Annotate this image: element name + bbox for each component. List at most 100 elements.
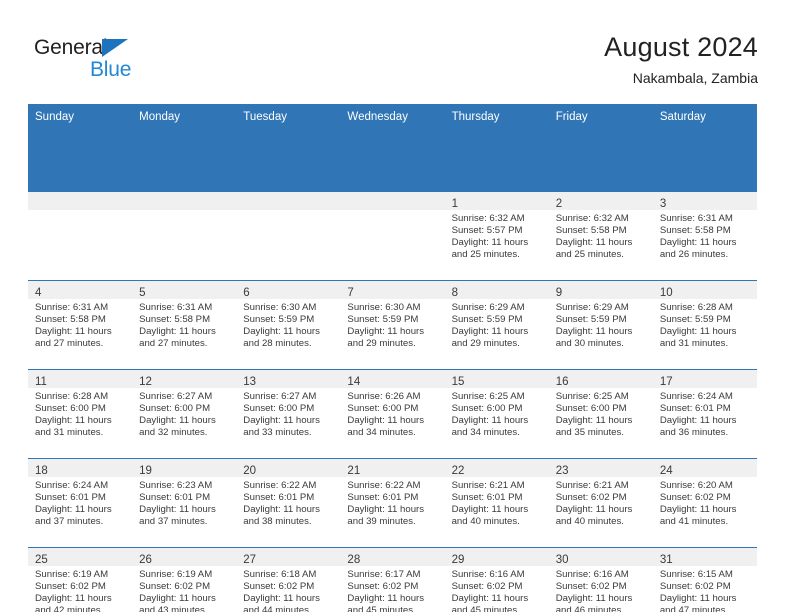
day-detail-line: and 34 minutes. <box>347 427 416 439</box>
day-details: Sunrise: 6:31 AM Sunset: 5:58 PM Daylight:… <box>132 299 236 350</box>
calendar-day-cell[interactable]: 10 Sunrise: 6:28 AM Sunset: 5:59 PM Dayligh… <box>652 281 757 369</box>
day-detail-line: Sunset: 6:01 PM <box>347 492 419 504</box>
day-detail-line: Sunrise: 6:31 AM <box>139 302 213 313</box>
day-detail-line: and 45 minutes. <box>347 605 416 612</box>
calendar-day-cell[interactable]: 27 Sunrise: 6:18 AM Sunset: 6:02 PM Dayligh… <box>236 548 341 612</box>
day-detail-line: Sunset: 6:01 PM <box>659 403 731 415</box>
calendar-day-cell[interactable]: 7 Sunrise: 6:30 AM Sunset: 5:59 PM Daylight… <box>340 281 445 369</box>
calendar-day-cell[interactable]: 31 Sunrise: 6:15 AM Sunset: 6:02 PM Dayligh… <box>652 548 757 612</box>
day-number-band: 14 <box>340 370 445 388</box>
calendar-day-cell[interactable]: 16 Sunrise: 6:25 AM Sunset: 6:00 PM Dayligh… <box>548 370 653 458</box>
day-detail-line: and 43 minutes. <box>139 605 208 612</box>
day-detail-line: Sunset: 6:02 PM <box>347 581 419 593</box>
day-number: 25 <box>35 554 48 566</box>
day-detail-line: Sunrise: 6:18 AM <box>243 569 317 580</box>
day-detail-line: Sunrise: 6:30 AM <box>243 302 317 313</box>
day-detail-line: Sunrise: 6:25 AM <box>555 391 629 402</box>
calendar-day-cell[interactable]: 6 Sunrise: 6:30 AM Sunset: 5:59 PM Daylight… <box>236 281 341 369</box>
day-number: 7 <box>347 287 354 299</box>
weekday-header-friday: Friday <box>555 111 588 123</box>
calendar-day-cell[interactable]: 28 Sunrise: 6:17 AM Sunset: 6:02 PM Dayligh… <box>340 548 445 612</box>
calendar-day-cell[interactable]: 20 Sunrise: 6:22 AM Sunset: 6:01 PM Dayligh… <box>236 459 341 547</box>
day-number: 1 <box>451 198 458 210</box>
day-detail-line: Daylight: 11 hours <box>451 504 529 516</box>
weekday-header-tuesday: Tuesday <box>243 111 287 123</box>
day-details: Sunrise: 6:22 AM Sunset: 6:01 PM Daylight:… <box>236 477 340 528</box>
day-detail-line: Sunrise: 6:32 AM <box>451 213 525 224</box>
day-detail-line: and 46 minutes. <box>555 605 624 612</box>
day-detail-line: and 34 minutes. <box>451 427 520 439</box>
calendar-day-cell[interactable]: 12 Sunrise: 6:27 AM Sunset: 6:00 PM Dayligh… <box>132 370 237 458</box>
weekday-header-saturday: Saturday <box>659 111 706 123</box>
day-number-band: 27 <box>236 548 341 566</box>
day-details: Sunrise: 6:16 AM Sunset: 6:02 PM Daylight:… <box>549 566 653 612</box>
day-detail-line: Sunrise: 6:31 AM <box>35 302 109 313</box>
day-detail-line: Sunset: 6:00 PM <box>347 403 419 415</box>
calendar-day-cell[interactable]: 17 Sunrise: 6:24 AM Sunset: 6:01 PM Dayligh… <box>652 370 757 458</box>
day-details: Sunrise: 6:31 AM Sunset: 5:58 PM Daylight:… <box>28 299 132 350</box>
day-detail-line: Sunset: 6:01 PM <box>243 492 315 504</box>
day-detail-line: Daylight: 11 hours <box>139 326 216 338</box>
day-detail-line: Daylight: 11 hours <box>347 326 425 338</box>
day-detail-line: Sunset: 6:02 PM <box>243 581 315 593</box>
day-detail-line: Sunset: 6:02 PM <box>659 492 731 504</box>
day-details: Sunrise: 6:28 AM Sunset: 5:59 PM Daylight:… <box>653 299 757 350</box>
day-number-band: 6 <box>236 281 341 299</box>
day-detail-line: and 35 minutes. <box>555 427 624 439</box>
day-detail-line: Sunset: 6:01 PM <box>139 492 211 504</box>
calendar-day-cell[interactable]: 14 Sunrise: 6:26 AM Sunset: 6:00 PM Dayligh… <box>340 370 445 458</box>
generalblue-logo[interactable]: General Blue <box>34 36 154 82</box>
day-number: 29 <box>451 554 465 566</box>
day-number: 26 <box>139 554 152 566</box>
day-detail-line: Sunrise: 6:21 AM <box>555 480 629 491</box>
calendar-cell-empty <box>132 192 237 280</box>
day-details: Sunrise: 6:25 AM Sunset: 6:00 PM Daylight:… <box>549 388 653 439</box>
calendar-day-cell[interactable]: 13 Sunrise: 6:27 AM Sunset: 6:00 PM Dayligh… <box>236 370 341 458</box>
calendar-day-cell[interactable]: 3 Sunrise: 6:31 AM Sunset: 5:58 PM Daylight… <box>652 192 757 280</box>
day-number-band: 18 <box>28 459 133 477</box>
day-details: Sunrise: 6:29 AM Sunset: 5:59 PM Daylight:… <box>549 299 653 350</box>
calendar-day-cell[interactable]: 21 Sunrise: 6:22 AM Sunset: 6:01 PM Dayligh… <box>340 459 445 547</box>
calendar-day-cell[interactable]: 19 Sunrise: 6:23 AM Sunset: 6:01 PM Dayligh… <box>132 459 237 547</box>
calendar-day-cell[interactable]: 22 Sunrise: 6:21 AM Sunset: 6:01 PM Dayligh… <box>444 459 549 547</box>
location-subtitle: Nakambala, Zambia <box>632 70 758 86</box>
day-number-band: 4 <box>28 281 133 299</box>
calendar-cell-empty <box>236 192 341 280</box>
day-detail-line: Sunset: 6:02 PM <box>451 581 523 593</box>
day-number-band: 17 <box>652 370 757 388</box>
calendar-day-cell[interactable]: 4 Sunrise: 6:31 AM Sunset: 5:58 PM Daylight… <box>28 281 133 369</box>
day-detail-line: and 26 minutes. <box>659 249 729 261</box>
day-number-band: 31 <box>652 548 757 566</box>
calendar-week-row: 11 Sunrise: 6:28 AM Sunset: 6:00 PM Dayligh… <box>28 369 757 458</box>
calendar-day-cell[interactable]: 5 Sunrise: 6:31 AM Sunset: 5:58 PM Daylight… <box>132 281 237 369</box>
calendar-day-cell[interactable]: 11 Sunrise: 6:28 AM Sunset: 6:00 PM Dayligh… <box>28 370 133 458</box>
calendar-day-cell[interactable]: 9 Sunrise: 6:29 AM Sunset: 5:59 PM Daylight… <box>548 281 653 369</box>
calendar-day-cell[interactable]: 2 Sunrise: 6:32 AM Sunset: 5:58 PM Daylight… <box>548 192 653 280</box>
day-detail-line: and 37 minutes. <box>139 516 208 528</box>
day-detail-line: Sunset: 5:59 PM <box>659 314 731 326</box>
calendar-day-cell[interactable]: 24 Sunrise: 6:20 AM Sunset: 6:02 PM Dayligh… <box>652 459 757 547</box>
calendar-day-cell[interactable]: 8 Sunrise: 6:29 AM Sunset: 5:59 PM Daylight… <box>444 281 549 369</box>
calendar-day-cell[interactable]: 15 Sunrise: 6:25 AM Sunset: 6:00 PM Dayligh… <box>444 370 549 458</box>
day-number: 11 <box>35 376 47 388</box>
title-block: August 2024 Nakambala, Zambia <box>604 30 758 88</box>
day-detail-line: Sunset: 6:02 PM <box>659 581 731 593</box>
calendar-day-cell[interactable]: 1 Sunrise: 6:32 AM Sunset: 5:57 PM Daylight… <box>444 192 549 280</box>
day-number: 22 <box>451 465 465 477</box>
calendar-day-cell[interactable]: 26 Sunrise: 6:19 AM Sunset: 6:02 PM Dayligh… <box>132 548 237 612</box>
day-detail-line: Sunrise: 6:29 AM <box>451 302 525 313</box>
calendar-day-cell[interactable]: 23 Sunrise: 6:21 AM Sunset: 6:02 PM Dayligh… <box>548 459 653 547</box>
day-number: 9 <box>555 287 563 299</box>
day-number-band: 23 <box>548 459 653 477</box>
calendar-day-cell[interactable]: 18 Sunrise: 6:24 AM Sunset: 6:01 PM Dayligh… <box>28 459 133 547</box>
day-number-band: 28 <box>340 548 445 566</box>
calendar-day-cell[interactable]: 25 Sunrise: 6:19 AM Sunset: 6:02 PM Dayligh… <box>28 548 133 612</box>
calendar-day-cell[interactable]: 30 Sunrise: 6:16 AM Sunset: 6:02 PM Dayligh… <box>548 548 653 612</box>
calendar-day-cell[interactable]: 29 Sunrise: 6:16 AM Sunset: 6:02 PM Dayligh… <box>444 548 549 612</box>
calendar-grid: Sunday Monday Tuesday Wednesday Thursday Frid… <box>28 104 757 612</box>
day-detail-line: Sunrise: 6:28 AM <box>659 302 733 313</box>
day-detail-line: and 25 minutes. <box>555 249 624 261</box>
day-detail-line: Sunrise: 6:19 AM <box>35 569 109 580</box>
day-details: Sunrise: 6:30 AM Sunset: 5:59 PM Daylight:… <box>340 299 444 350</box>
day-detail-line: Sunrise: 6:21 AM <box>451 480 525 491</box>
